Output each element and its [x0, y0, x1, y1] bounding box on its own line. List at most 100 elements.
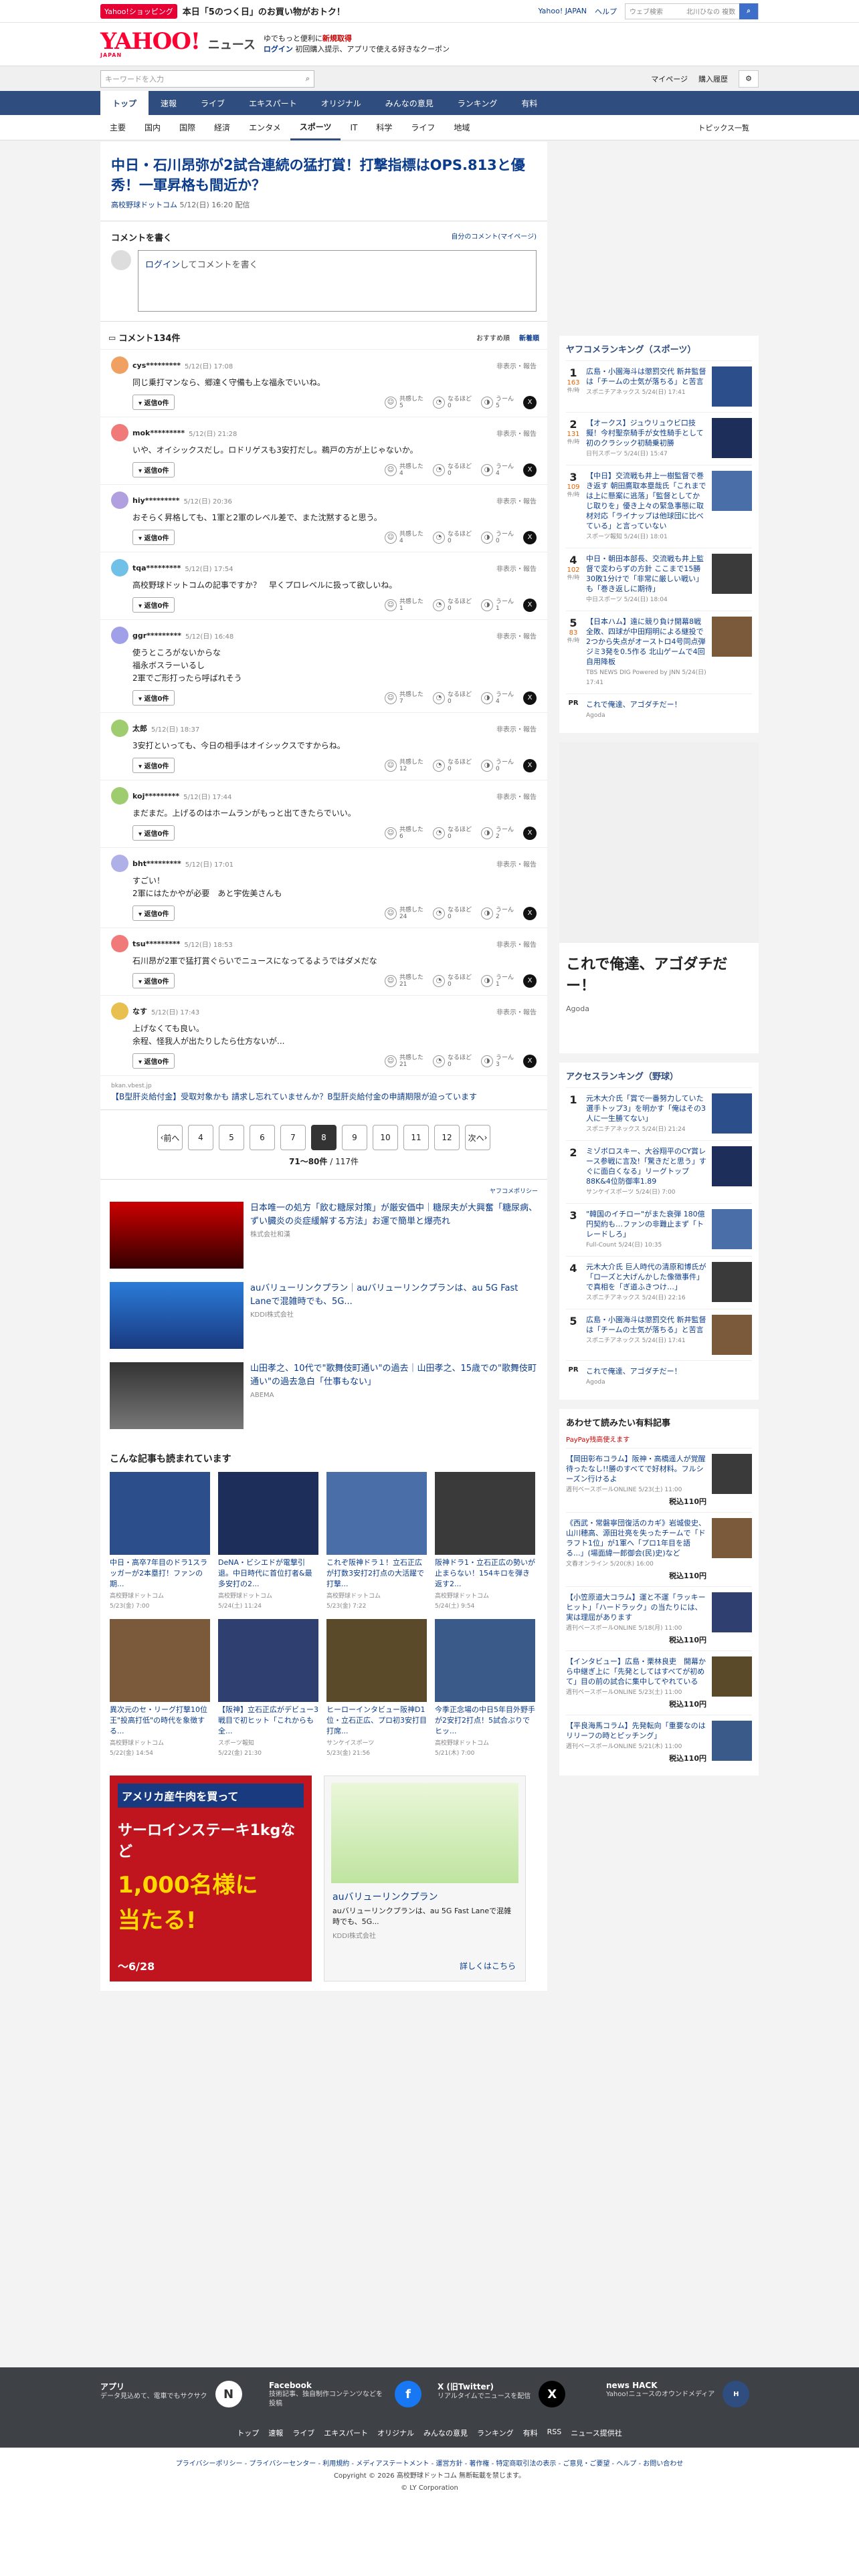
ranking-item[interactable]: 5 83 件/時 【日本ハム】遠に競り負け開幕8戦全敗、四球が中田翔明による継投で2つ…: [566, 611, 752, 693]
footer-link[interactable]: みんなの意見: [423, 2428, 468, 2438]
yahoo-japan-link[interactable]: Yahoo! JAPAN: [538, 7, 587, 15]
page-button[interactable]: 9: [342, 1125, 367, 1150]
hide-report-link[interactable]: 非表示・報告: [496, 1006, 537, 1016]
reply-button[interactable]: ▾ 返信0件: [132, 905, 175, 921]
hide-report-link[interactable]: 非表示・報告: [496, 939, 537, 949]
comment-user[interactable]: tsu*********: [132, 940, 180, 948]
comment-user[interactable]: hiy*********: [132, 496, 180, 505]
reply-button[interactable]: ▾ 返信0件: [132, 973, 175, 988]
related-article[interactable]: 阪神ドラ1・立石正広の勢いが止まらない！154キロを弾き返す2... 高校野球ドッ…: [435, 1472, 535, 1610]
subnav-main[interactable]: 主要: [100, 115, 135, 140]
comment-user[interactable]: mok*********: [132, 429, 185, 437]
agree-button[interactable]: ☺ 共感した 4: [384, 463, 423, 477]
insight-button[interactable]: ◔ なるほど 0: [432, 396, 472, 409]
footer-link[interactable]: 有料: [523, 2428, 538, 2438]
insight-button[interactable]: ◔ なるほど 0: [432, 599, 472, 612]
tab-live[interactable]: ライブ: [189, 91, 237, 115]
page-button[interactable]: 7: [280, 1125, 306, 1150]
ranking-item[interactable]: 2 ミゾボロスキー、大谷翔平のCY賞レース参戦に言及!「驚きだと思う」すぐに面白く…: [566, 1140, 752, 1203]
topics-list-link[interactable]: トピックス一覧: [688, 115, 759, 140]
reply-button[interactable]: ▾ 返信0件: [132, 825, 175, 841]
x-share-icon[interactable]: X: [523, 395, 537, 409]
ranking-item[interactable]: 4 102 件/時 中日・朝田本部長、交流戦も井上監督で変わらずの方針 ここまで15勝…: [566, 548, 752, 611]
comment-policy-link[interactable]: ヤフコメポリシー: [110, 1186, 538, 1195]
footer-link[interactable]: トップ: [237, 2428, 259, 2438]
hmm-button[interactable]: ◑ うーん 4: [480, 691, 514, 705]
tab-ranking[interactable]: ランキング: [446, 91, 510, 115]
page-button[interactable]: 6: [250, 1125, 275, 1150]
pr-item[interactable]: PR これで俺達、アゴダチだー！ Agoda: [566, 1360, 752, 1393]
reply-button[interactable]: ▾ 返信0件: [132, 395, 175, 410]
hmm-button[interactable]: ◑ うーん 1: [480, 599, 514, 612]
related-article[interactable]: 【阪神】立石正広がデビュー3戦目で初ヒット「これからも全... スポーツ報知 5/2…: [218, 1619, 318, 1757]
x-share-icon[interactable]: X: [523, 758, 537, 772]
tab-breaking[interactable]: 速報: [149, 91, 189, 115]
footer-link[interactable]: 速報: [268, 2428, 283, 2438]
hide-report-link[interactable]: 非表示・報告: [496, 631, 537, 641]
au-banner-ad[interactable]: auバリューリンクプラン auバリューリンクプランは、au 5G Fast La…: [324, 1776, 526, 1981]
sort-newest[interactable]: 新着順: [519, 332, 539, 342]
page-button[interactable]: 10: [373, 1125, 398, 1150]
tab-paid[interactable]: 有料: [509, 91, 549, 115]
agree-button[interactable]: ☺ 共感した 21: [384, 974, 423, 988]
article-title[interactable]: 中日・石川昂弥が2試合連続の猛打賞！打撃指標はOPS.813と優秀！一軍昇格も間…: [100, 142, 547, 199]
shopping-promo[interactable]: 本日「5のつく日」のお買い物がおトク！: [183, 5, 345, 17]
footer-link[interactable]: ランキング: [477, 2428, 514, 2438]
hmm-button[interactable]: ◑ うーん 2: [480, 827, 514, 840]
ad-item[interactable]: 日本唯一の処方「飲む糖尿対策」が厳安価中｜糖尿夫が大興奮「糖尿病、ずい臓炎の炎症…: [110, 1195, 538, 1275]
related-article[interactable]: 中日・高卒7年目のドラ1スラッガーが2本塁打！ファンの期... 高校野球ドットコム…: [110, 1472, 210, 1610]
signup-link[interactable]: 新規取得: [322, 34, 352, 43]
comment-ad[interactable]: bkan.vbest.jp 【B型肝炎給付金】受取対象かも 請求し忘れていません…: [100, 1075, 547, 1109]
hide-report-link[interactable]: 非表示・報告: [496, 496, 537, 506]
paid-article[interactable]: 【インタビュー】広島・栗林良吏 開幕から中継ぎ上に「先発としてはすべてが初めて」…: [566, 1650, 752, 1715]
reply-button[interactable]: ▾ 返信0件: [132, 530, 175, 545]
footer-x[interactable]: X (旧Twitter) リアルタイムでニュースを配信 X: [438, 2381, 590, 2409]
footer-link[interactable]: ライブ: [292, 2428, 314, 2438]
subnav-entertainment[interactable]: エンタメ: [240, 115, 290, 140]
prev-page-button[interactable]: ‹ 前へ: [157, 1125, 183, 1150]
subnav-science[interactable]: 科学: [367, 115, 401, 140]
login-link[interactable]: ログイン: [264, 45, 293, 53]
hmm-button[interactable]: ◑ うーん 5: [480, 396, 514, 409]
x-share-icon[interactable]: X: [523, 463, 537, 477]
hmm-button[interactable]: ◑ うーん 3: [480, 1055, 514, 1068]
reply-button[interactable]: ▾ 返信0件: [132, 462, 175, 477]
agree-button[interactable]: ☺ 共感した 6: [384, 827, 423, 840]
comment-user[interactable]: 太郎: [132, 723, 147, 734]
source-link[interactable]: 高校野球ドットコム: [111, 201, 177, 209]
comment-input[interactable]: ログインしてコメントを書く: [138, 250, 537, 312]
x-share-icon[interactable]: X: [523, 1054, 537, 1068]
comment-user[interactable]: cys*********: [132, 361, 181, 370]
insight-button[interactable]: ◔ なるほど 0: [432, 827, 472, 840]
comment-user[interactable]: tqa*********: [132, 564, 181, 572]
hmm-button[interactable]: ◑ うーん 0: [480, 759, 514, 772]
footer-facebook[interactable]: Facebook 技術記事、独自制作コンテンツなどを投稿 f: [269, 2381, 421, 2409]
insight-button[interactable]: ◔ なるほど 0: [432, 1055, 472, 1068]
subnav-sports[interactable]: スポーツ: [290, 115, 341, 140]
pr-item[interactable]: PR これで俺達、アゴダチだー！ Agoda: [566, 693, 752, 726]
hide-report-link[interactable]: 非表示・報告: [496, 859, 537, 869]
help-link[interactable]: ヘルプ: [595, 6, 617, 17]
x-share-icon[interactable]: X: [523, 826, 537, 840]
comment-user[interactable]: koj*********: [132, 792, 179, 800]
agree-button[interactable]: ☺ 共感した 7: [384, 691, 423, 705]
tab-original[interactable]: オリジナル: [309, 91, 373, 115]
my-comments-link[interactable]: 自分のコメント(マイページ): [451, 231, 537, 243]
beef-banner-ad[interactable]: アメリカ産牛肉を買って サーロインステーキ1kgなど 1,000名様に 当たる!…: [110, 1776, 312, 1981]
insight-button[interactable]: ◔ なるほど 0: [432, 907, 472, 920]
hmm-button[interactable]: ◑ うーん 4: [480, 463, 514, 477]
ranking-item[interactable]: 1 163 件/時 広島・小園海斗は懲罰交代 新井監督は「チームの士気が落ちる」と苦言…: [566, 360, 752, 412]
insight-button[interactable]: ◔ なるほど 0: [432, 463, 472, 477]
hmm-button[interactable]: ◑ うーん 0: [480, 531, 514, 544]
page-button[interactable]: 11: [403, 1125, 429, 1150]
related-article[interactable]: これぞ阪神ドラ１！立石正広が打数3安打2打点の大活躍で打撃... 高校野球ドットコ…: [326, 1472, 427, 1610]
hide-report-link[interactable]: 非表示・報告: [496, 724, 537, 734]
purchase-history-link[interactable]: 購入履歴: [698, 74, 728, 84]
agree-button[interactable]: ☺ 共感した 21: [384, 1055, 423, 1068]
legal-links[interactable]: プライバシーポリシー - プライバシーセンター - 利用規約 - メディアステー…: [0, 2458, 859, 2470]
hmm-button[interactable]: ◑ うーん 1: [480, 974, 514, 988]
comment-user[interactable]: ggr*********: [132, 631, 181, 640]
insight-button[interactable]: ◔ なるほど 0: [432, 759, 472, 772]
reply-button[interactable]: ▾ 返信0件: [132, 690, 175, 706]
reply-button[interactable]: ▾ 返信0件: [132, 597, 175, 613]
